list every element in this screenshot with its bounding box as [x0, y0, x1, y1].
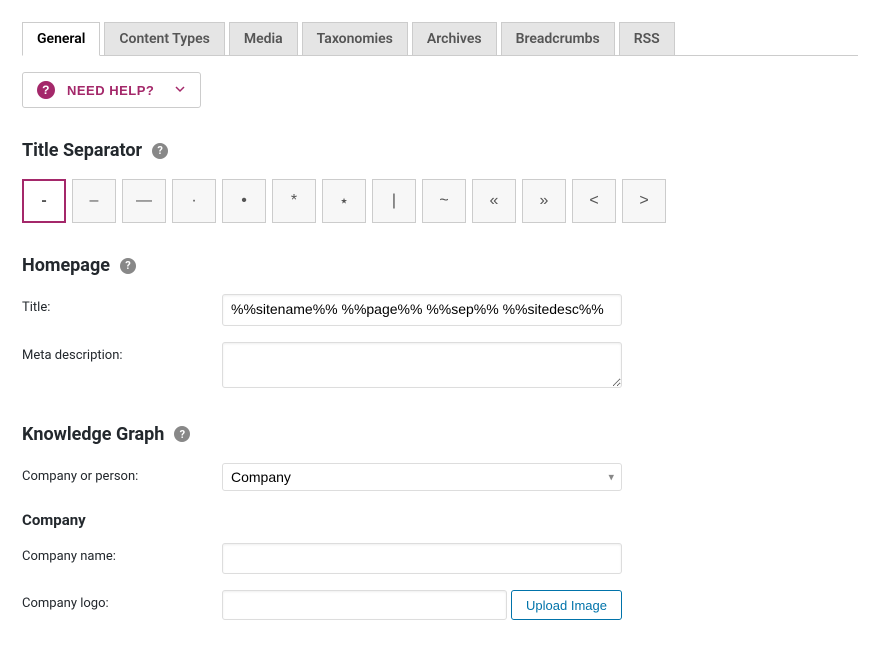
- separator-option[interactable]: <: [572, 179, 616, 223]
- separator-option[interactable]: ·: [172, 179, 216, 223]
- tab-rss[interactable]: RSS: [619, 22, 675, 55]
- company-name-input[interactable]: [222, 543, 622, 575]
- separator-option[interactable]: -: [22, 179, 66, 223]
- need-help-button[interactable]: ? NEED HELP?: [22, 72, 201, 108]
- title-separator-heading: Title Separator: [22, 140, 142, 161]
- separator-option[interactable]: «: [472, 179, 516, 223]
- question-icon: ?: [37, 81, 55, 99]
- company-logo-input[interactable]: [222, 590, 507, 620]
- company-subheading: Company: [22, 511, 858, 529]
- separator-option[interactable]: ⋆: [322, 179, 366, 223]
- knowledge-graph-section: Knowledge Graph ? Company or person: Com…: [22, 424, 858, 621]
- knowledge-graph-heading: Knowledge Graph: [22, 424, 164, 445]
- help-icon[interactable]: ?: [120, 258, 136, 274]
- tab-media[interactable]: Media: [229, 22, 298, 55]
- company-or-person-select[interactable]: Company: [222, 463, 622, 491]
- separator-row: -–—·•*⋆|~«»<>: [22, 179, 858, 223]
- chevron-down-icon: [174, 83, 186, 98]
- separator-option[interactable]: |: [372, 179, 416, 223]
- company-name-label: Company name:: [22, 543, 222, 564]
- meta-description-label: Meta description:: [22, 342, 222, 363]
- homepage-heading: Homepage: [22, 255, 110, 276]
- separator-option[interactable]: ~: [422, 179, 466, 223]
- homepage-section: Homepage ? Title: Meta description:: [22, 255, 858, 392]
- tab-archives[interactable]: Archives: [412, 22, 497, 55]
- separator-option[interactable]: •: [222, 179, 266, 223]
- separator-option[interactable]: –: [72, 179, 116, 223]
- title-separator-section: Title Separator ? -–—·•*⋆|~«»<>: [22, 140, 858, 223]
- tab-breadcrumbs[interactable]: Breadcrumbs: [501, 22, 615, 55]
- help-icon[interactable]: ?: [152, 143, 168, 159]
- title-label: Title:: [22, 294, 222, 315]
- separator-option[interactable]: »: [522, 179, 566, 223]
- company-logo-label: Company logo:: [22, 590, 222, 611]
- tab-taxonomies[interactable]: Taxonomies: [302, 22, 408, 55]
- tab-general[interactable]: General: [22, 22, 100, 56]
- title-input[interactable]: [222, 294, 622, 326]
- need-help-label: NEED HELP?: [67, 83, 154, 98]
- upload-image-button[interactable]: Upload Image: [511, 590, 622, 620]
- tab-content-types[interactable]: Content Types: [104, 22, 224, 55]
- separator-option[interactable]: —: [122, 179, 166, 223]
- help-icon[interactable]: ?: [174, 426, 190, 442]
- nav-tabs: General Content Types Media Taxonomies A…: [22, 22, 858, 56]
- separator-option[interactable]: >: [622, 179, 666, 223]
- company-or-person-label: Company or person:: [22, 463, 222, 484]
- meta-description-input[interactable]: [222, 342, 622, 388]
- separator-option[interactable]: *: [272, 179, 316, 223]
